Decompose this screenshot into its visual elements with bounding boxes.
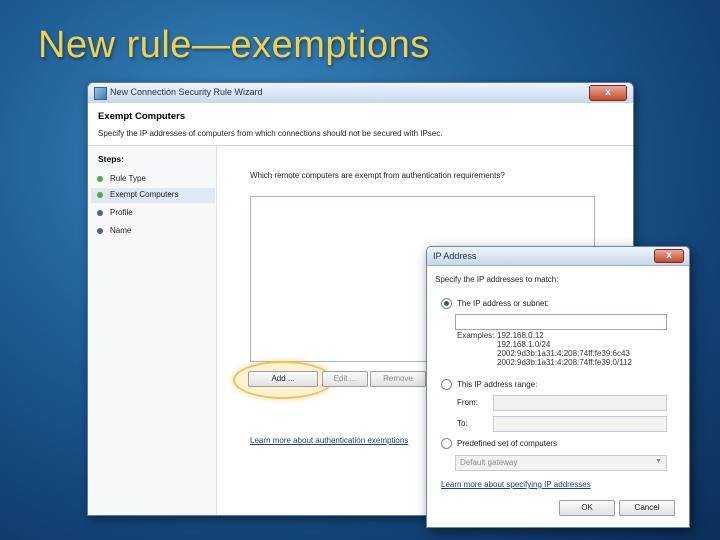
step-exempt-computers[interactable]: Exempt Computers	[91, 188, 215, 203]
wizard-title: New Connection Security Rule Wizard	[110, 87, 263, 97]
ip-dialog-titlebar[interactable]: IP Address x	[427, 247, 689, 266]
steps-panel: Steps: Rule Type Exempt Computers Profil…	[88, 146, 217, 515]
steps-heading: Steps:	[98, 154, 124, 164]
chevron-down-icon: ▼	[655, 458, 662, 465]
predefined-set-value: Default gateway	[460, 458, 518, 467]
wizard-close-button[interactable]: x	[589, 85, 627, 101]
predefined-set-select[interactable]: Default gateway ▼	[455, 455, 667, 471]
step-status-icon	[97, 176, 103, 182]
step-name[interactable]: Name	[91, 224, 215, 239]
step-rule-type[interactable]: Rule Type	[91, 172, 215, 187]
example-ipv6-address: 2002:9d3b:1a31:4:208:74ff:fe39:6c43	[497, 349, 630, 358]
example-ipv4-subnet: 192.168.1.0/24	[497, 340, 551, 349]
wizard-titlebar[interactable]: New Connection Security Rule Wizard x	[88, 83, 633, 104]
step-status-icon	[97, 228, 103, 234]
predefined-radio[interactable]	[441, 438, 452, 449]
ip-dialog-title: IP Address	[433, 251, 477, 261]
ip-instruction: Specify the IP addresses to match:	[435, 275, 559, 284]
cancel-button[interactable]: Cancel	[619, 500, 675, 516]
examples-label: Examples:	[457, 331, 495, 340]
example-ipv4-address: 192.168.0.12	[497, 331, 544, 340]
step-profile[interactable]: Profile	[91, 206, 215, 221]
ip-dialog-close-button[interactable]: x	[654, 249, 684, 263]
predefined-option-label: Predefined set of computers	[457, 439, 558, 448]
learn-more-exemptions-link[interactable]: Learn more about authentication exemptio…	[250, 436, 408, 445]
exemption-question: Which remote computers are exempt from a…	[250, 171, 505, 180]
edit-button[interactable]: Edit ...	[322, 371, 368, 387]
step-label: Exempt Computers	[110, 190, 179, 199]
ip-address-dialog: IP Address x Specify the IP addresses to…	[426, 246, 690, 528]
page-title: Exempt Computers	[98, 111, 186, 122]
step-label: Profile	[110, 208, 133, 217]
range-radio[interactable]	[441, 379, 452, 390]
step-label: Name	[110, 226, 132, 235]
subnet-option-label: The IP address or subnet:	[457, 299, 549, 308]
example-ipv6-subnet: 2002:9d3b:1a31:4:208:74ff:fe39:0/112	[497, 358, 632, 367]
step-status-icon	[97, 192, 103, 198]
wizard-banner: Exempt Computers Specify the IP addresse…	[88, 103, 633, 146]
step-status-icon	[97, 210, 103, 216]
subnet-input[interactable]	[455, 314, 667, 330]
range-option-label: This IP address range:	[457, 380, 538, 389]
slide-title: New rule—exemptions	[38, 24, 430, 66]
to-label: To:	[457, 419, 468, 428]
from-label: From:	[457, 398, 478, 407]
firewall-icon	[94, 87, 107, 100]
subnet-radio[interactable]	[441, 298, 452, 309]
remove-button[interactable]: Remove	[370, 371, 426, 387]
add-button[interactable]: Add ...	[248, 371, 318, 387]
learn-more-ip-link[interactable]: Learn more about specifying IP addresses	[441, 480, 591, 489]
step-label: Rule Type	[110, 174, 146, 183]
ok-button[interactable]: OK	[559, 500, 615, 516]
range-from-input[interactable]	[493, 395, 667, 411]
range-to-input[interactable]	[493, 416, 667, 432]
page-description: Specify the IP addresses of computers fr…	[98, 129, 443, 138]
